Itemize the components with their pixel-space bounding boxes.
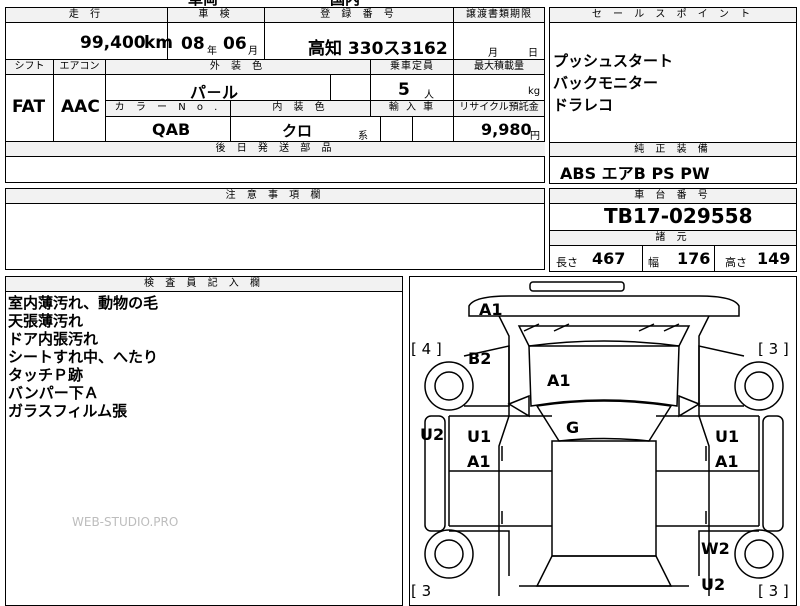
exterior-color-value: パ－ル — [190, 83, 239, 102]
sales-point-list: プッシュスタート バックモニター ドラレコ — [553, 50, 673, 116]
spec-height-value: 149 — [757, 249, 791, 268]
note-line: 室内薄汚れ、動物の毛 — [8, 294, 159, 312]
spec-width-value: 176 — [677, 249, 711, 268]
header-recycle: リサイクル預託金 — [454, 101, 544, 116]
sales-point-item: ドラレコ — [553, 96, 614, 114]
mark-count-right: [ 3 ] — [758, 340, 789, 358]
mark-g: G — [566, 418, 580, 437]
transfer-day-unit: 日 — [528, 48, 538, 59]
interior-color-value: クロ — [282, 122, 313, 140]
sales-point-item: バックモニター — [553, 74, 659, 92]
aircon-value: AAC — [61, 97, 100, 117]
header-aircon: エアコン — [54, 60, 105, 74]
note-line: タッチＰ跡 — [8, 366, 84, 384]
header-mileage: 走 行 — [6, 8, 167, 22]
mark-u1-right: U1 — [715, 427, 740, 446]
mark-count-left: [ 4 ] — [411, 340, 442, 358]
inspection-month-unit: 月 — [248, 46, 258, 57]
note-line: シートすれ中、へたり — [8, 348, 159, 366]
max-load-unit: kg — [528, 86, 541, 97]
header-color-no: カ ラ ー N o . — [106, 101, 230, 116]
header-capacity: 乗車定員 — [371, 60, 453, 74]
color-no-value: QAB — [152, 120, 191, 139]
header-registration: 登 録 番 号 — [265, 8, 453, 22]
spec-width-label: 幅 — [648, 256, 659, 269]
mark-a1-left: A1 — [467, 452, 491, 471]
top-partial-left: 車両 — [188, 0, 218, 6]
header-interior-color: 内 装 色 — [231, 101, 370, 116]
header-genuine-equipment: 純 正 装 備 — [550, 143, 796, 156]
spec-length-value: 467 — [592, 249, 626, 268]
header-specs: 諸 元 — [550, 231, 796, 245]
spec-length-label: 長さ — [556, 256, 578, 269]
header-transfer: 譲渡書類期限 — [454, 8, 544, 22]
inspection-year: 08 — [181, 34, 205, 54]
transfer-month-unit: 月 — [488, 48, 498, 59]
watermark: WEB-STUDIO.PRO — [72, 515, 179, 529]
header-later-parts: 後 日 発 送 部 品 — [6, 142, 545, 156]
mark-count-bottom-right: [ 3 ] — [758, 582, 789, 600]
sales-point-item: プッシュスタート — [553, 52, 674, 70]
note-line: ガラスフィルム張 — [8, 402, 128, 420]
header-chassis: 車 台 番 号 — [550, 189, 796, 203]
note-line: 天張薄汚れ — [8, 312, 84, 330]
mark-a1-hood: A1 — [547, 371, 571, 390]
top-partial-row: 車両 国内 — [0, 0, 548, 6]
interior-color-suffix: 系 — [358, 131, 368, 142]
mark-u2-left: U2 — [420, 425, 445, 444]
chassis-number: TB17-029558 — [604, 204, 753, 228]
mileage-unit: km — [144, 33, 174, 53]
mark-a1-top: A1 — [479, 300, 503, 319]
header-inspection: 車 検 — [168, 8, 264, 22]
mark-b2: B2 — [468, 349, 492, 368]
shift-value: FAT — [12, 97, 46, 117]
spec-height-label: 高さ — [725, 256, 747, 269]
top-partial-right: 国内 — [330, 0, 360, 6]
inspector-notes-list: 室内薄汚れ、動物の毛 天張薄汚れ ドア内張汚れ シートすれ中、へたり タッチＰ跡… — [8, 294, 158, 420]
header-inspector: 検 査 員 記 入 欄 — [6, 277, 402, 291]
mark-w2: W2 — [701, 539, 730, 558]
header-max-load: 最大積載量 — [454, 60, 544, 74]
capacity-unit: 人 — [424, 90, 434, 101]
header-sales-point: セ ー ル ス ポ イ ン ト — [550, 8, 796, 22]
note-line: ドア内張汚れ — [8, 330, 99, 348]
note-line: バンパー下Ａ — [8, 384, 99, 402]
header-caution: 注 意 事 項 欄 — [6, 189, 544, 203]
inspection-year-unit: 年 — [207, 46, 217, 57]
genuine-equipment-value: ABS エアB PS PW — [560, 164, 710, 183]
mileage-value: 99,400 — [80, 33, 146, 53]
mark-count-bottom-left: [ 3 — [411, 582, 432, 600]
recycle-unit: 円 — [530, 131, 540, 142]
inspection-month: 06 — [223, 34, 247, 54]
mark-u2-bottom: U2 — [701, 575, 726, 594]
header-import: 輸 入 車 — [371, 101, 453, 116]
header-shift: シフト — [6, 60, 53, 74]
capacity-value: 5 — [398, 80, 410, 100]
mark-a1-right: A1 — [715, 452, 739, 471]
header-exterior-color: 外 装 色 — [106, 60, 370, 74]
registration-number: 高知 330ス3162 — [308, 39, 448, 59]
mark-u1-left: U1 — [467, 427, 492, 446]
recycle-value: 9,980 — [481, 120, 532, 139]
